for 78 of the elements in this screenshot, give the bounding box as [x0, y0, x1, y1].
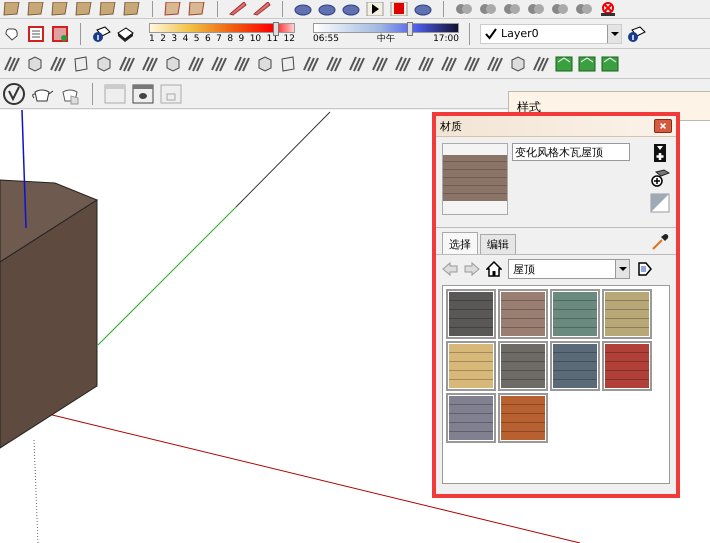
panel-tab[interactable]: 选择	[442, 232, 478, 254]
hatched-panel-icon[interactable]	[439, 54, 459, 74]
scale-label: 4	[182, 34, 188, 44]
scale-label: 5	[194, 34, 200, 44]
add-texture-icon[interactable]	[650, 168, 670, 188]
shape-icon[interactable]	[413, 2, 433, 16]
pencil-icon[interactable]	[228, 2, 248, 16]
play-icon[interactable]	[365, 2, 385, 16]
hatched-panel-icon[interactable]	[393, 54, 413, 74]
shape-icon[interactable]	[317, 2, 337, 16]
info-icon[interactable]	[626, 24, 646, 44]
v-logo-icon[interactable]	[2, 82, 26, 106]
scale-label: 10	[250, 34, 262, 44]
shape-icon[interactable]	[341, 2, 361, 16]
hatched-panel-icon[interactable]	[232, 54, 252, 74]
hatched-panel-icon[interactable]	[117, 54, 137, 74]
hatched-panel-icon[interactable]	[462, 54, 482, 74]
cluster-icon[interactable]	[526, 2, 546, 16]
shape-icon[interactable]	[293, 2, 313, 16]
hatched-panel-icon[interactable]	[301, 54, 321, 74]
scale-label: 6	[204, 34, 211, 44]
sheet-icon[interactable]	[98, 2, 118, 16]
eyedropper-icon[interactable]	[650, 232, 670, 252]
home-icon[interactable]	[486, 261, 502, 277]
info-icon[interactable]	[91, 24, 111, 44]
report-icon[interactable]	[26, 24, 46, 44]
hatched-panel-icon[interactable]	[531, 54, 551, 74]
sheet-icon[interactable]	[74, 2, 94, 16]
hatched-panel-icon[interactable]	[485, 54, 505, 74]
cluster-icon[interactable]	[478, 2, 498, 16]
sheet-icon[interactable]	[26, 2, 46, 16]
hatched-panel-icon[interactable]	[140, 54, 160, 74]
hatched-panel-icon[interactable]	[324, 54, 344, 74]
time-label: 06:55	[313, 34, 339, 44]
slider-thumb[interactable]	[407, 22, 414, 36]
terrain-icon[interactable]	[577, 54, 597, 74]
layer-dropdown[interactable]: Layer0	[480, 24, 622, 44]
sheet-icon[interactable]	[2, 2, 22, 16]
hatched-panel-icon[interactable]	[186, 54, 206, 74]
sheet-icon[interactable]	[122, 2, 142, 16]
delete-icon[interactable]	[598, 2, 618, 16]
hatched-panel-icon[interactable]	[416, 54, 436, 74]
panel-tab[interactable]: 编辑	[480, 234, 516, 254]
window-icon[interactable]	[131, 82, 155, 106]
cluster-icon[interactable]	[454, 2, 474, 16]
material-name-field[interactable]: 变化风格木瓦屋顶	[512, 143, 630, 161]
sheet-icon[interactable]	[50, 2, 70, 16]
scale-label: 2	[160, 34, 166, 44]
scale-label: 1	[149, 34, 155, 44]
roof-texture	[443, 155, 507, 201]
time-label: 中午	[377, 34, 395, 44]
cluster-icon[interactable]	[550, 2, 570, 16]
hatched-panel-icon[interactable]	[347, 54, 367, 74]
hatched-panel-icon[interactable]	[209, 54, 229, 74]
sheet-icon[interactable]	[163, 2, 183, 16]
close-icon	[659, 122, 667, 130]
scale-label: 8	[227, 34, 234, 44]
hatched-panel-icon[interactable]	[48, 54, 68, 74]
collection-dropdown[interactable]: 屋顶	[508, 259, 630, 279]
stop-icon[interactable]	[389, 2, 409, 16]
hatched-panel-icon[interactable]	[370, 54, 390, 74]
time-label: 17:00	[433, 34, 459, 44]
terrain-icon[interactable]	[600, 54, 620, 74]
pencil-icon[interactable]	[252, 2, 272, 16]
sheet-icon[interactable]	[187, 2, 207, 16]
cluster-icon[interactable]	[502, 2, 522, 16]
details-arrow-icon[interactable]	[636, 261, 652, 277]
default-material-icon[interactable]	[650, 193, 670, 213]
scale-label: 9	[238, 34, 244, 44]
hatched-panel-icon[interactable]	[2, 54, 22, 74]
terrain-icon[interactable]	[554, 54, 574, 74]
scale-label: 12	[284, 34, 295, 44]
scale-label: 7	[216, 34, 222, 44]
close-button[interactable]	[654, 119, 672, 133]
panel-title: 材质	[440, 118, 462, 134]
scale-label: 3	[171, 34, 178, 44]
slider-thumb[interactable]	[273, 22, 280, 36]
panel-title: 样式	[517, 100, 541, 114]
